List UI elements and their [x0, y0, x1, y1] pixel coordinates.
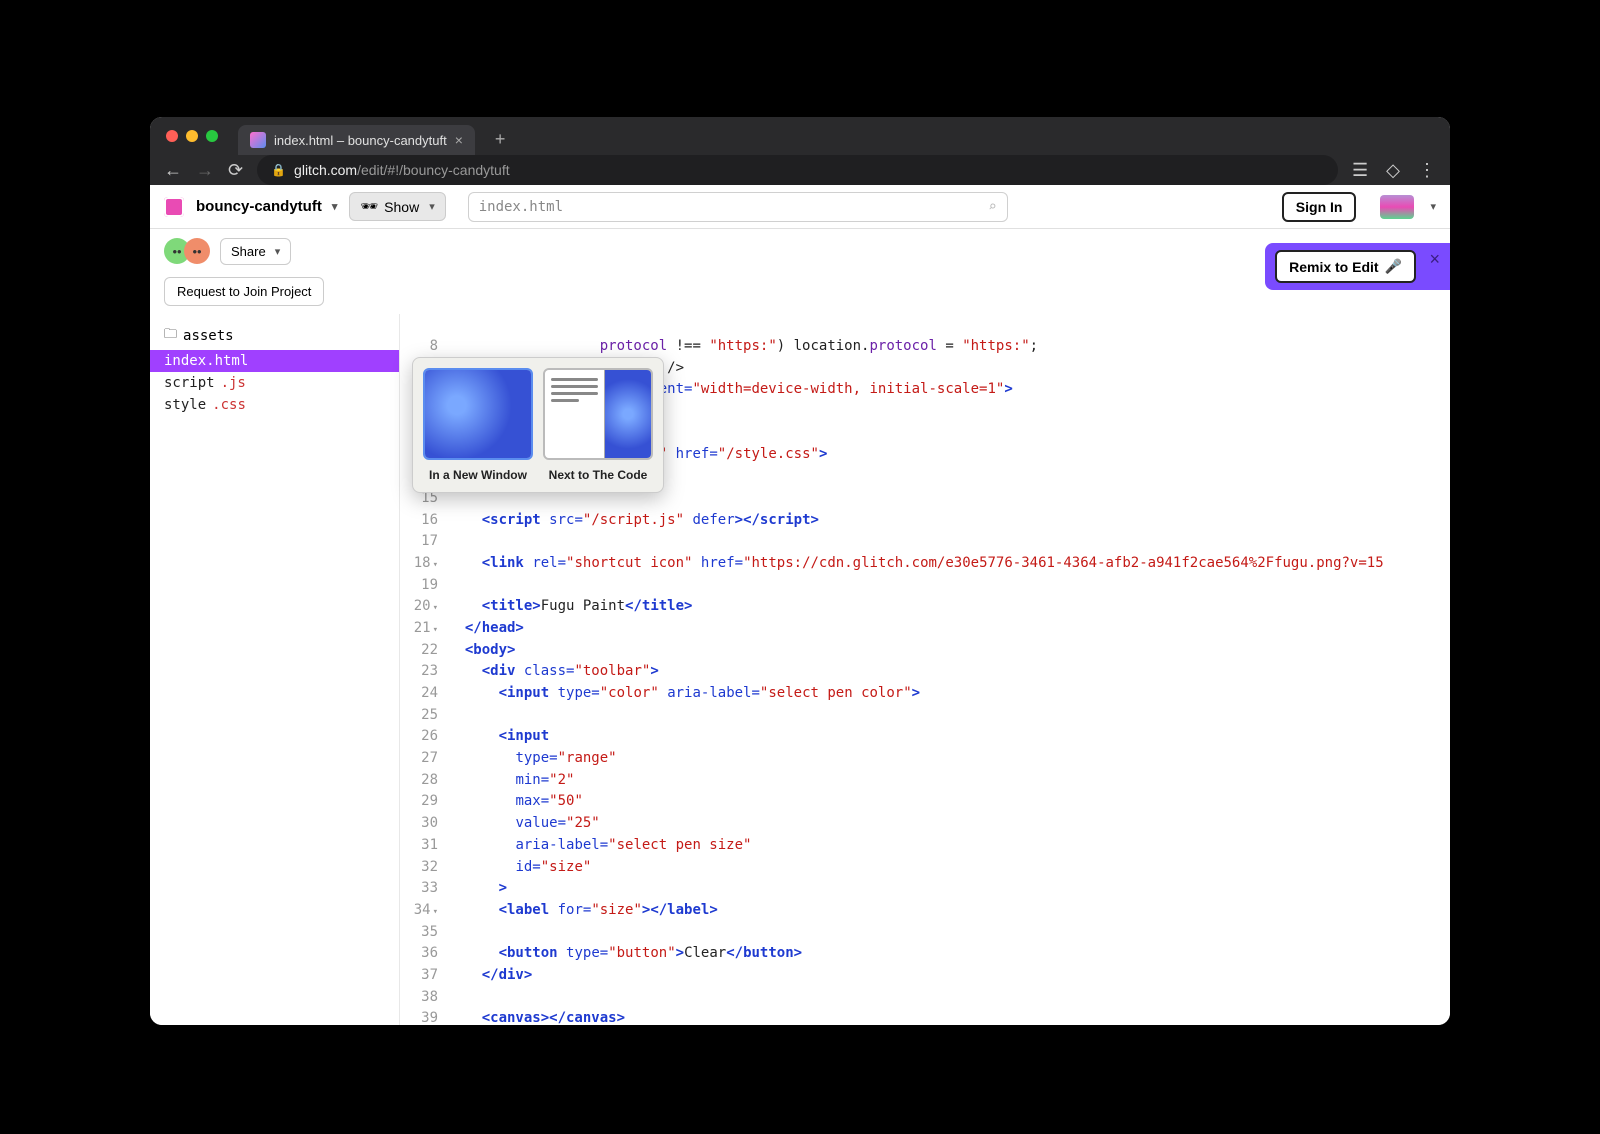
back-button[interactable]: ← — [164, 160, 182, 181]
favicon-icon — [250, 132, 266, 148]
tab-title: index.html – bouncy-candytuft — [274, 133, 447, 148]
editor-main: 🗀 assets index.html script.js style.css … — [150, 314, 1450, 1025]
show-new-window-option[interactable]: In a New Window — [423, 368, 533, 482]
file-sidebar: 🗀 assets index.html script.js style.css — [150, 314, 400, 1025]
search-icon: ⌕ — [988, 199, 996, 215]
window-minimize-button[interactable] — [186, 130, 198, 142]
folder-icon: 🗀 — [164, 325, 177, 347]
sidebar-item-assets[interactable]: 🗀 assets — [150, 322, 399, 350]
browser-toolbar: ← → ⟳ 🔒 glitch.com/edit/#!/bouncy-candyt… — [150, 155, 1450, 185]
window-close-button[interactable] — [166, 130, 178, 142]
url-host: glitch.com — [294, 162, 357, 178]
show-next-to-code-option[interactable]: Next to The Code — [543, 368, 653, 482]
microphone-icon: 🎤 — [1385, 258, 1402, 275]
project-name-dropdown[interactable]: bouncy-candytuft ▾ — [196, 198, 337, 215]
avatar-neutral-icon: •• — [184, 238, 210, 264]
sidebar-item-style-css[interactable]: style.css — [150, 394, 399, 416]
remix-to-edit-button[interactable]: Remix to Edit 🎤 — [1275, 250, 1416, 283]
new-tab-button[interactable]: + — [495, 129, 506, 150]
file-search-input[interactable]: index.html ⌕ — [468, 192, 1008, 222]
show-button[interactable]: 🕶 Show ▾ — [349, 192, 445, 221]
secondary-toolbar: •• •• Share ▾ — [150, 229, 1450, 273]
request-join-button[interactable]: Request to Join Project — [164, 277, 324, 306]
sign-in-button[interactable]: Sign In — [1282, 192, 1357, 222]
app-header: bouncy-candytuft ▾ 🕶 Show ▾ index.html ⌕… — [150, 185, 1450, 229]
chevron-down-icon: ▾ — [332, 200, 338, 213]
collaborators[interactable]: •• •• — [164, 238, 210, 264]
reload-button[interactable]: ⟳ — [228, 160, 243, 181]
browser-tab[interactable]: index.html – bouncy-candytuft × — [238, 125, 475, 155]
chevron-down-icon[interactable]: ▾ — [1430, 200, 1436, 213]
user-avatar[interactable] — [1380, 195, 1414, 219]
sidebar-item-index-html[interactable]: index.html — [150, 350, 399, 372]
glitch-logo-icon[interactable] — [164, 197, 184, 217]
sunglasses-icon: 🕶 — [360, 198, 378, 215]
chevron-down-icon: ▾ — [275, 245, 281, 258]
tab-close-icon[interactable]: × — [455, 132, 463, 148]
glitch-app: bouncy-candytuft ▾ 🕶 Show ▾ index.html ⌕… — [150, 185, 1450, 1025]
address-bar[interactable]: 🔒 glitch.com/edit/#!/bouncy-candytuft — [257, 155, 1338, 185]
remix-banner: Remix to Edit 🎤 × — [1265, 243, 1450, 290]
reader-mode-icon[interactable]: ☰ — [1352, 160, 1368, 181]
browser-titlebar: index.html – bouncy-candytuft × + — [150, 117, 1450, 155]
forward-button[interactable]: → — [196, 160, 214, 181]
browser-menu-icon[interactable]: ⋮ — [1418, 160, 1436, 181]
lock-icon: 🔒 — [271, 163, 286, 177]
close-icon[interactable]: × — [1429, 249, 1440, 270]
chevron-down-icon: ▾ — [429, 200, 435, 213]
profile-icon[interactable]: ◇ — [1386, 160, 1400, 181]
share-button[interactable]: Share ▾ — [220, 238, 291, 265]
sidebar-item-script-js[interactable]: script.js — [150, 372, 399, 394]
window-controls — [166, 130, 218, 142]
browser-window: index.html – bouncy-candytuft × + ← → ⟳ … — [150, 117, 1450, 1025]
url-path: /edit/#!/bouncy-candytuft — [357, 162, 510, 178]
show-popover: In a New Window Next to The Code — [412, 357, 664, 493]
window-maximize-button[interactable] — [206, 130, 218, 142]
